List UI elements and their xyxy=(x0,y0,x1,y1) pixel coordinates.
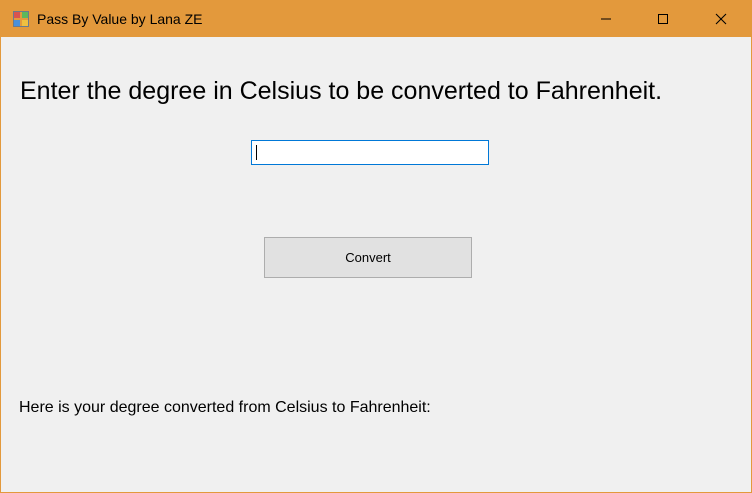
window-title: Pass By Value by Lana ZE xyxy=(37,11,203,27)
result-label: Here is your degree converted from Celsi… xyxy=(19,399,431,416)
app-window: Pass By Value by Lana ZE Enter the degre… xyxy=(0,0,752,493)
title-bar[interactable]: Pass By Value by Lana ZE xyxy=(1,1,751,37)
minimize-icon xyxy=(601,18,611,20)
windows-form-icon xyxy=(13,11,29,27)
maximize-icon xyxy=(658,14,668,24)
prompt-label: Enter the degree in Celsius to be conver… xyxy=(20,77,663,105)
celsius-input[interactable] xyxy=(251,140,489,165)
text-caret xyxy=(256,145,257,160)
close-icon xyxy=(715,13,727,25)
close-button[interactable] xyxy=(692,1,750,37)
form-client-area: Enter the degree in Celsius to be conver… xyxy=(1,37,751,492)
maximize-button[interactable] xyxy=(634,1,692,37)
minimize-button[interactable] xyxy=(577,1,635,37)
convert-button[interactable]: Convert xyxy=(264,237,472,278)
